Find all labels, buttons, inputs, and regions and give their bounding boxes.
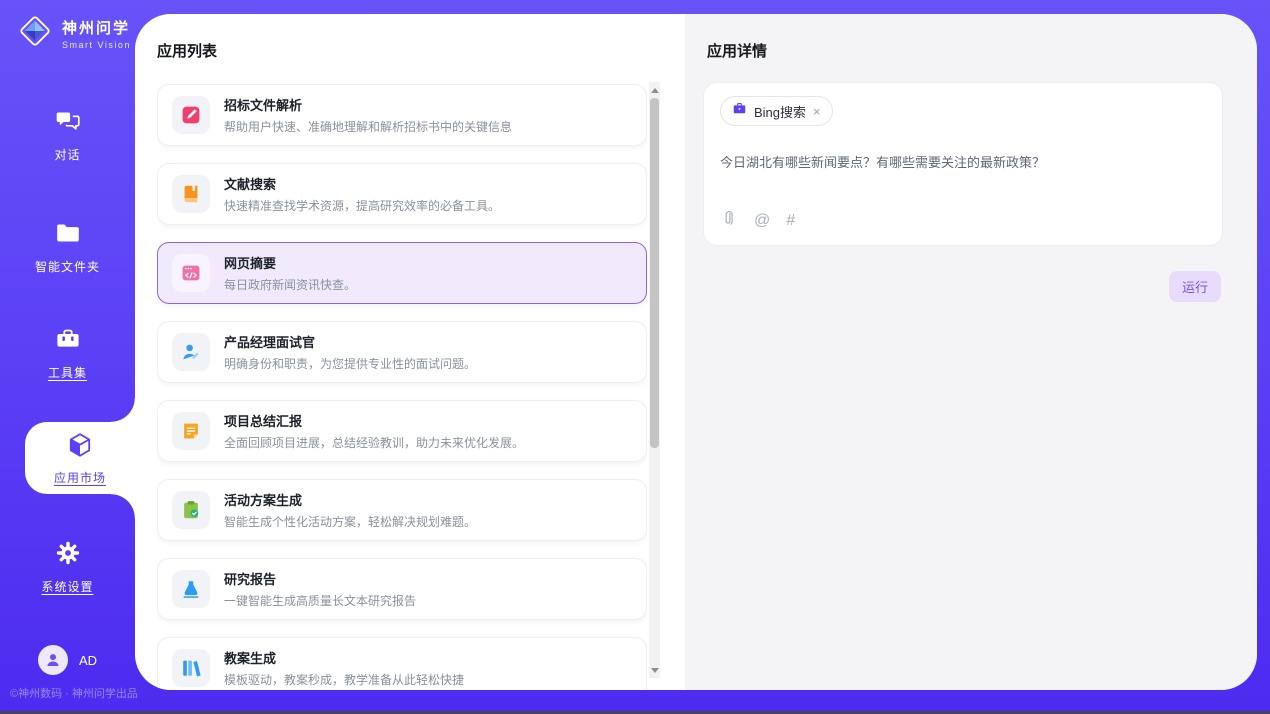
app-list: 招标文件解析 帮助用户快速、准确地理解和解析招标书中的关键信息 文献搜索 快速精… (157, 84, 647, 690)
app-detail-panel: 应用详情 Bing搜索 × 今日湖北有哪些新闻要点？有哪些需要关注的最新政策？ … (685, 14, 1257, 690)
main-content: 应用列表 招标文件解析 帮助用户快速、准确地理解和解析招标书中的关键信息 文献搜… (135, 14, 1257, 690)
note-icon (172, 412, 210, 450)
gear-icon (55, 540, 81, 571)
brand-logo: 神州问学 Smart Vision (16, 12, 131, 55)
app-detail-title: 应用详情 (707, 40, 767, 61)
scroll-up-icon[interactable] (649, 84, 660, 96)
app-desc: 模板驱动，教案秒成，教学准备从此轻松快捷 (224, 671, 464, 688)
sidebar-item-label: 工具集 (48, 364, 87, 381)
app-desc: 快速精准查找学术资源，提高研究效率的必备工具。 (224, 197, 500, 214)
app-desc: 一键智能生成高质量长文本研究报告 (224, 592, 416, 609)
briefcase-icon (732, 101, 747, 121)
sidebar: 神州问学 Smart Vision 对话 智能文件夹 工具集 应用市场 系统设置… (0, 0, 135, 711)
app-title: 活动方案生成 (224, 490, 476, 509)
user-name: AD (79, 653, 97, 668)
app-desc: 明确身份和职责，为您提供专业性的面试问题。 (224, 355, 476, 372)
chip-close-icon[interactable]: × (813, 105, 821, 118)
sidebar-item-settings[interactable]: 系统设置 (0, 540, 135, 595)
brand-name: 神州问学 (62, 17, 131, 38)
sidebar-item-tools[interactable]: 工具集 (0, 326, 135, 381)
cube-icon (66, 431, 94, 464)
app-list-item[interactable]: 研究报告 一键智能生成高质量长文本研究报告 (157, 558, 647, 620)
sidebar-item-label: 应用市场 (54, 469, 106, 486)
user-row[interactable]: AD (0, 645, 135, 675)
copyright-text: ©神州数码 · 神州问学出品 (10, 685, 138, 701)
app-title: 研究报告 (224, 569, 416, 588)
sidebar-item-market[interactable]: 应用市场 (25, 422, 135, 494)
browser-code-icon (172, 254, 210, 292)
folder-icon (55, 220, 81, 251)
attachment-icon[interactable] (721, 210, 738, 232)
sidebar-item-folders[interactable]: 智能文件夹 (0, 220, 135, 275)
diamond-logo-icon (16, 12, 54, 55)
app-title: 教案生成 (224, 648, 464, 667)
topic-icon[interactable]: # (786, 212, 795, 230)
mention-icon[interactable]: @ (754, 212, 770, 230)
app-list-panel: 应用列表 招标文件解析 帮助用户快速、准确地理解和解析招标书中的关键信息 文献搜… (135, 14, 685, 690)
edit-square-icon (172, 96, 210, 134)
sidebar-item-chat[interactable]: 对话 (0, 108, 135, 163)
user-avatar-icon (38, 645, 68, 675)
books-icon (172, 649, 210, 687)
app-desc: 智能生成个性化活动方案，轻松解决规划难题。 (224, 513, 476, 530)
tool-chip-label: Bing搜索 (754, 102, 806, 121)
app-title: 项目总结汇报 (224, 411, 524, 430)
tool-chip-bing-search[interactable]: Bing搜索 × (720, 96, 833, 126)
app-list-item[interactable]: 活动方案生成 智能生成个性化活动方案，轻松解决规划难题。 (157, 479, 647, 541)
prompt-text[interactable]: 今日湖北有哪些新闻要点？有哪些需要关注的最新政策？ (720, 152, 1206, 171)
scroll-down-icon[interactable] (649, 664, 660, 676)
interviewer-icon (172, 333, 210, 371)
sidebar-item-label: 对话 (54, 146, 80, 163)
app-window: 神州问学 Smart Vision 对话 智能文件夹 工具集 应用市场 系统设置… (0, 0, 1270, 714)
app-list-scrollbar[interactable] (649, 82, 660, 678)
prompt-card[interactable]: Bing搜索 × 今日湖北有哪些新闻要点？有哪些需要关注的最新政策？ @# (703, 82, 1223, 246)
ink-report-icon (172, 570, 210, 608)
run-button[interactable]: 运行 (1169, 271, 1221, 302)
app-title: 产品经理面试官 (224, 332, 476, 351)
app-list-item[interactable]: 产品经理面试官 明确身份和职责，为您提供专业性的面试问题。 (157, 321, 647, 383)
chat-icon (55, 108, 81, 139)
app-title: 网页摘要 (224, 253, 356, 272)
brand-subtitle: Smart Vision (62, 40, 131, 50)
app-desc: 帮助用户快速、准确地理解和解析招标书中的关键信息 (224, 118, 512, 135)
clipboard-check-icon (172, 491, 210, 529)
app-list-title: 应用列表 (157, 40, 217, 61)
app-desc: 全面回顾项目进展，总结经验教训，助力未来优化发展。 (224, 434, 524, 451)
app-list-item[interactable]: 网页摘要 每日政府新闻资讯快查。 (157, 242, 647, 304)
app-title: 招标文件解析 (224, 95, 512, 114)
composer-toolbar: @# (721, 210, 795, 232)
app-list-item[interactable]: 项目总结汇报 全面回顾项目进展，总结经验教训，助力未来优化发展。 (157, 400, 647, 462)
sidebar-item-label: 智能文件夹 (35, 258, 100, 275)
book-icon (172, 175, 210, 213)
scrollbar-thumb[interactable] (650, 98, 659, 448)
app-list-item[interactable]: 文献搜索 快速精准查找学术资源，提高研究效率的必备工具。 (157, 163, 647, 225)
sidebar-item-label: 系统设置 (41, 578, 93, 595)
toolbox-icon (55, 326, 81, 357)
app-list-item[interactable]: 招标文件解析 帮助用户快速、准确地理解和解析招标书中的关键信息 (157, 84, 647, 146)
app-desc: 每日政府新闻资讯快查。 (224, 276, 356, 293)
app-title: 文献搜索 (224, 174, 500, 193)
app-list-item[interactable]: 教案生成 模板驱动，教案秒成，教学准备从此轻松快捷 (157, 637, 647, 690)
